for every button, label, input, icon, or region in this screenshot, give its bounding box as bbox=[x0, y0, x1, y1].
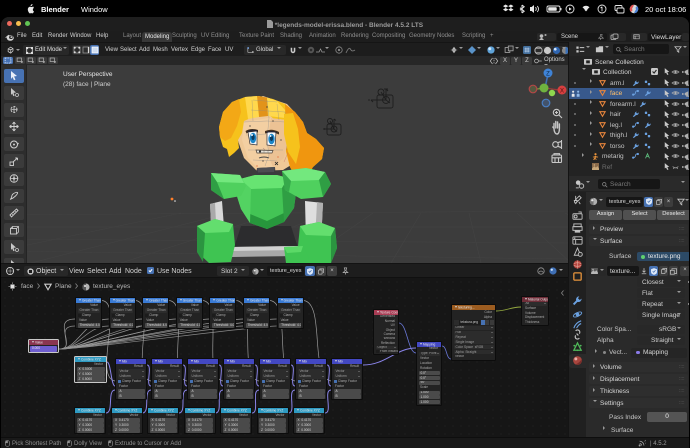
svg-text:X: X bbox=[560, 89, 564, 95]
svg-text:Z: Z bbox=[546, 72, 550, 78]
